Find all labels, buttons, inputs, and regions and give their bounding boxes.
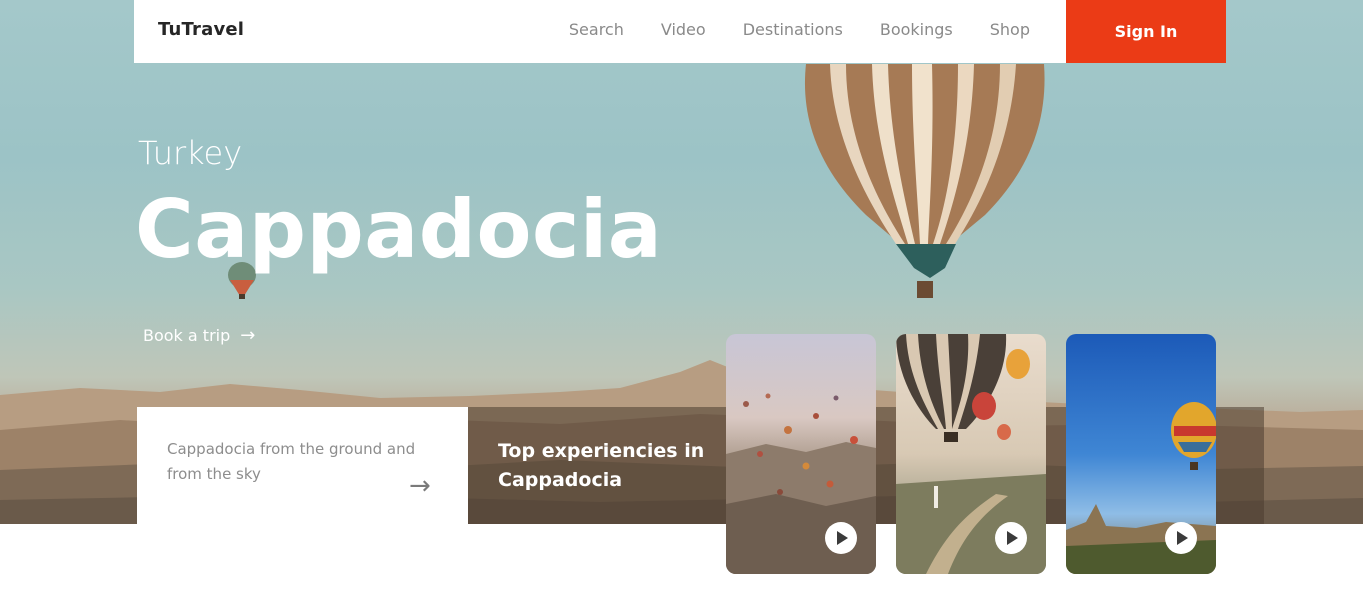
play-icon — [1007, 531, 1018, 545]
top-navbar: TuTravel Search Video Destinations Booki… — [134, 0, 1226, 63]
experiences-title: Top experiencies in Cappadocia — [498, 440, 705, 491]
play-icon — [837, 531, 848, 545]
hot-air-balloon-large — [804, 64, 1045, 298]
video-card[interactable] — [896, 334, 1046, 574]
hero-city-title: Cappadocia — [135, 183, 663, 276]
nav-item-search[interactable]: Search — [569, 20, 624, 39]
play-button[interactable] — [995, 522, 1027, 554]
nav-item-bookings[interactable]: Bookings — [880, 20, 953, 39]
book-trip-label: Book a trip — [143, 326, 231, 345]
play-button[interactable] — [1165, 522, 1197, 554]
play-icon — [1177, 531, 1188, 545]
arrow-right-icon[interactable]: → — [409, 471, 431, 501]
nav-item-destinations[interactable]: Destinations — [743, 20, 843, 39]
nav-item-video[interactable]: Video — [661, 20, 706, 39]
main-menu: Search Video Destinations Bookings Shop — [532, 20, 1030, 39]
sign-in-button[interactable]: Sign In — [1066, 0, 1226, 63]
info-card-text: Cappadocia from the ground and from the … — [167, 440, 416, 483]
nav-item-shop[interactable]: Shop — [990, 20, 1030, 39]
info-card[interactable]: Cappadocia from the ground and from the … — [137, 407, 468, 524]
video-card[interactable] — [1066, 334, 1216, 574]
hero-country: Turkey — [138, 134, 243, 172]
play-button[interactable] — [825, 522, 857, 554]
logo[interactable]: TuTravel — [158, 19, 244, 40]
video-card[interactable] — [726, 334, 876, 574]
book-trip-link[interactable]: Book a trip → — [143, 325, 255, 346]
arrow-right-icon: → — [240, 325, 256, 346]
